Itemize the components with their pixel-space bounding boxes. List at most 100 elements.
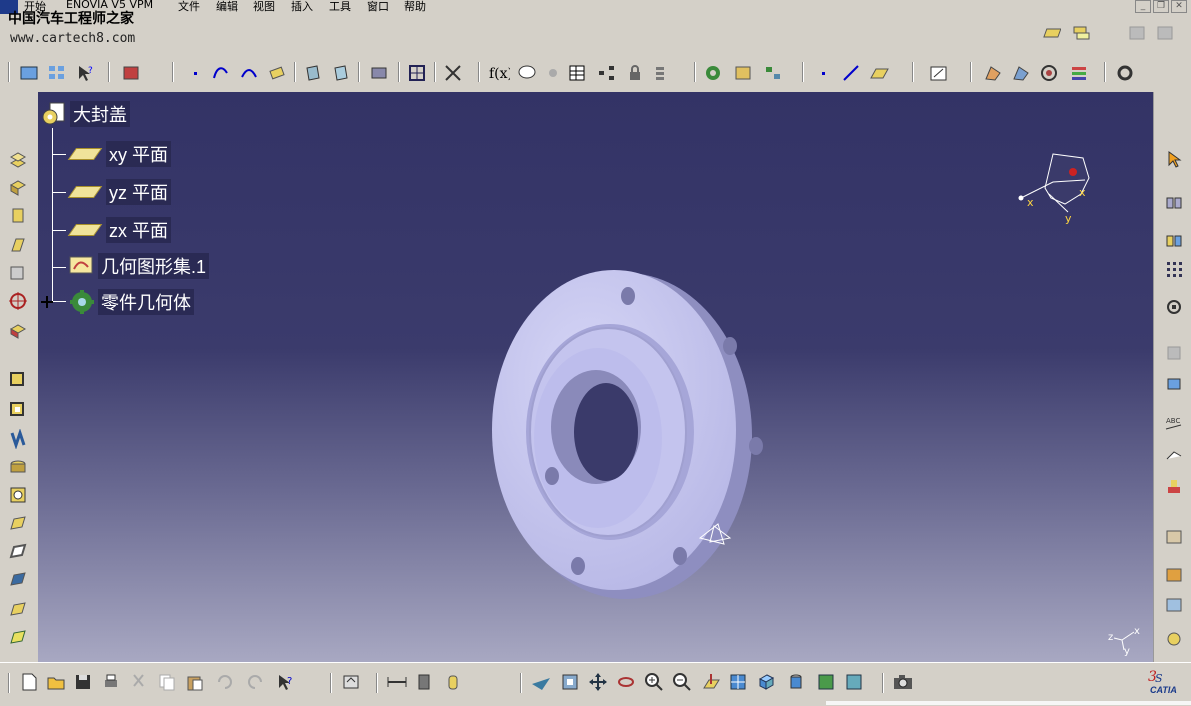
menu-file[interactable]: 文件 <box>178 0 200 14</box>
new-file-icon[interactable] <box>18 671 40 693</box>
menu-tools[interactable]: 工具 <box>329 0 351 14</box>
what-is-this-icon[interactable]: ? <box>74 62 96 84</box>
transform-icon[interactable] <box>7 626 29 648</box>
shading-icon[interactable] <box>785 671 807 693</box>
layers-icon[interactable] <box>1068 62 1090 84</box>
symmetry-icon[interactable] <box>1163 230 1185 252</box>
close-button[interactable]: ✕ <box>1171 0 1187 13</box>
lock-icon[interactable] <box>624 62 646 84</box>
update-all-icon[interactable] <box>340 671 362 693</box>
menu-window[interactable]: 窗口 <box>367 0 389 14</box>
flange-part[interactable] <box>478 262 778 612</box>
hierarchy-icon[interactable] <box>596 62 618 84</box>
hole-icon[interactable] <box>7 290 29 312</box>
mass-icon[interactable] <box>442 671 464 693</box>
annotation-text-icon[interactable]: ABC <box>1163 414 1185 436</box>
catalog-icon[interactable] <box>120 62 142 84</box>
apply-material-icon[interactable] <box>1163 526 1185 548</box>
render-icon-1[interactable] <box>302 62 324 84</box>
knowledge-icon[interactable] <box>732 62 754 84</box>
chamfer-icon[interactable] <box>7 398 29 420</box>
comment-icon[interactable] <box>516 62 538 84</box>
spline-icon[interactable] <box>210 62 232 84</box>
line-icon[interactable] <box>840 62 862 84</box>
stamp-icon[interactable] <box>1163 476 1185 498</box>
select-arrow-icon[interactable] <box>1163 148 1185 170</box>
measure-item-icon-2[interactable] <box>414 671 436 693</box>
measure-between-icon[interactable] <box>1163 564 1185 586</box>
draft-icon[interactable] <box>7 428 29 450</box>
iso-view-icon[interactable] <box>755 671 777 693</box>
camera-icon[interactable] <box>892 671 914 693</box>
zoom-out-icon[interactable] <box>671 671 693 693</box>
shell-icon[interactable] <box>7 456 29 478</box>
formula-icon[interactable]: f(x) <box>488 62 510 84</box>
measure-item-icon[interactable] <box>1163 594 1185 616</box>
thick-surface-icon[interactable] <box>7 540 29 562</box>
mirror-icon[interactable] <box>1163 192 1185 214</box>
open-folder-icon[interactable] <box>45 671 67 693</box>
minimize-button[interactable]: _ <box>1135 0 1151 13</box>
expand-plus-icon[interactable] <box>40 295 54 309</box>
print-icon[interactable] <box>100 671 122 693</box>
tree-item-zx-plane[interactable]: zx 平面 <box>67 217 172 243</box>
save-icon[interactable] <box>72 671 94 693</box>
split-icon[interactable] <box>7 512 29 534</box>
grid-icon[interactable] <box>46 62 68 84</box>
hide-show-icon[interactable] <box>815 671 837 693</box>
copy-icon[interactable] <box>156 671 178 693</box>
tree-item-geometrical-set[interactable]: 几何图形集.1 <box>66 253 210 279</box>
tree-root[interactable]: 大封盖 <box>40 101 130 127</box>
wireframe-icon[interactable] <box>1010 62 1032 84</box>
point-icon[interactable] <box>184 62 206 84</box>
menu-view[interactable]: 视图 <box>253 0 275 14</box>
target-icon[interactable] <box>1038 62 1060 84</box>
shaft-icon[interactable] <box>7 204 29 226</box>
menu-insert[interactable]: 插入 <box>291 0 313 14</box>
measure-icon[interactable] <box>386 671 408 693</box>
reactions-icon[interactable] <box>762 62 784 84</box>
multisection-icon[interactable] <box>7 262 29 284</box>
scaling-icon[interactable] <box>1163 296 1185 318</box>
table-icon[interactable] <box>406 62 428 84</box>
pan-icon[interactable] <box>587 671 609 693</box>
workbench-icon-1[interactable] <box>1040 22 1062 44</box>
sew-surface-icon[interactable] <box>7 598 29 620</box>
compass-icon[interactable]: x y x <box>1013 148 1093 228</box>
fit-all-icon[interactable] <box>559 671 581 693</box>
arc-icon[interactable] <box>238 62 260 84</box>
undo-icon[interactable] <box>214 671 236 693</box>
menu-help[interactable]: 帮助 <box>404 0 426 14</box>
update-icon[interactable] <box>368 62 390 84</box>
constraint-icon[interactable] <box>1163 372 1185 394</box>
pocket-icon[interactable] <box>7 176 29 198</box>
analysis-icon[interactable] <box>442 62 464 84</box>
annotation-flag-icon[interactable] <box>1163 446 1185 468</box>
design-table-icon[interactable] <box>566 62 588 84</box>
fly-mode-icon[interactable] <box>530 671 552 693</box>
face-icon[interactable] <box>982 62 1004 84</box>
normal-view-icon[interactable] <box>700 671 722 693</box>
workbench-icon-2[interactable] <box>1070 22 1092 44</box>
tree-item-xy-plane[interactable]: xy 平面 <box>67 141 172 167</box>
multi-view-icon[interactable] <box>727 671 749 693</box>
zoom-in-icon[interactable] <box>643 671 665 693</box>
swap-space-icon[interactable] <box>843 671 865 693</box>
edge-fillet-icon[interactable] <box>7 368 29 390</box>
point-icon-2[interactable] <box>812 62 834 84</box>
rib-icon[interactable] <box>7 234 29 256</box>
surface-icon[interactable] <box>266 62 288 84</box>
gear-icon[interactable] <box>702 62 724 84</box>
paste-icon[interactable] <box>184 671 206 693</box>
rotate-icon[interactable] <box>615 671 637 693</box>
help-icon[interactable]: ? <box>274 671 296 693</box>
redo-icon[interactable] <box>244 671 266 693</box>
3d-viewport[interactable]: 大封盖 xy 平面 yz 平面 zx 平面 几何图形集.1 零件几何体 x y … <box>38 92 1153 662</box>
thickness-icon[interactable] <box>7 484 29 506</box>
solid-combine-icon[interactable] <box>7 320 29 342</box>
render-icon-2[interactable] <box>330 62 352 84</box>
measure-inertia-icon[interactable] <box>1163 628 1185 650</box>
list-icon[interactable] <box>652 62 674 84</box>
cut-icon[interactable] <box>128 671 150 693</box>
pad-icon[interactable] <box>7 148 29 170</box>
